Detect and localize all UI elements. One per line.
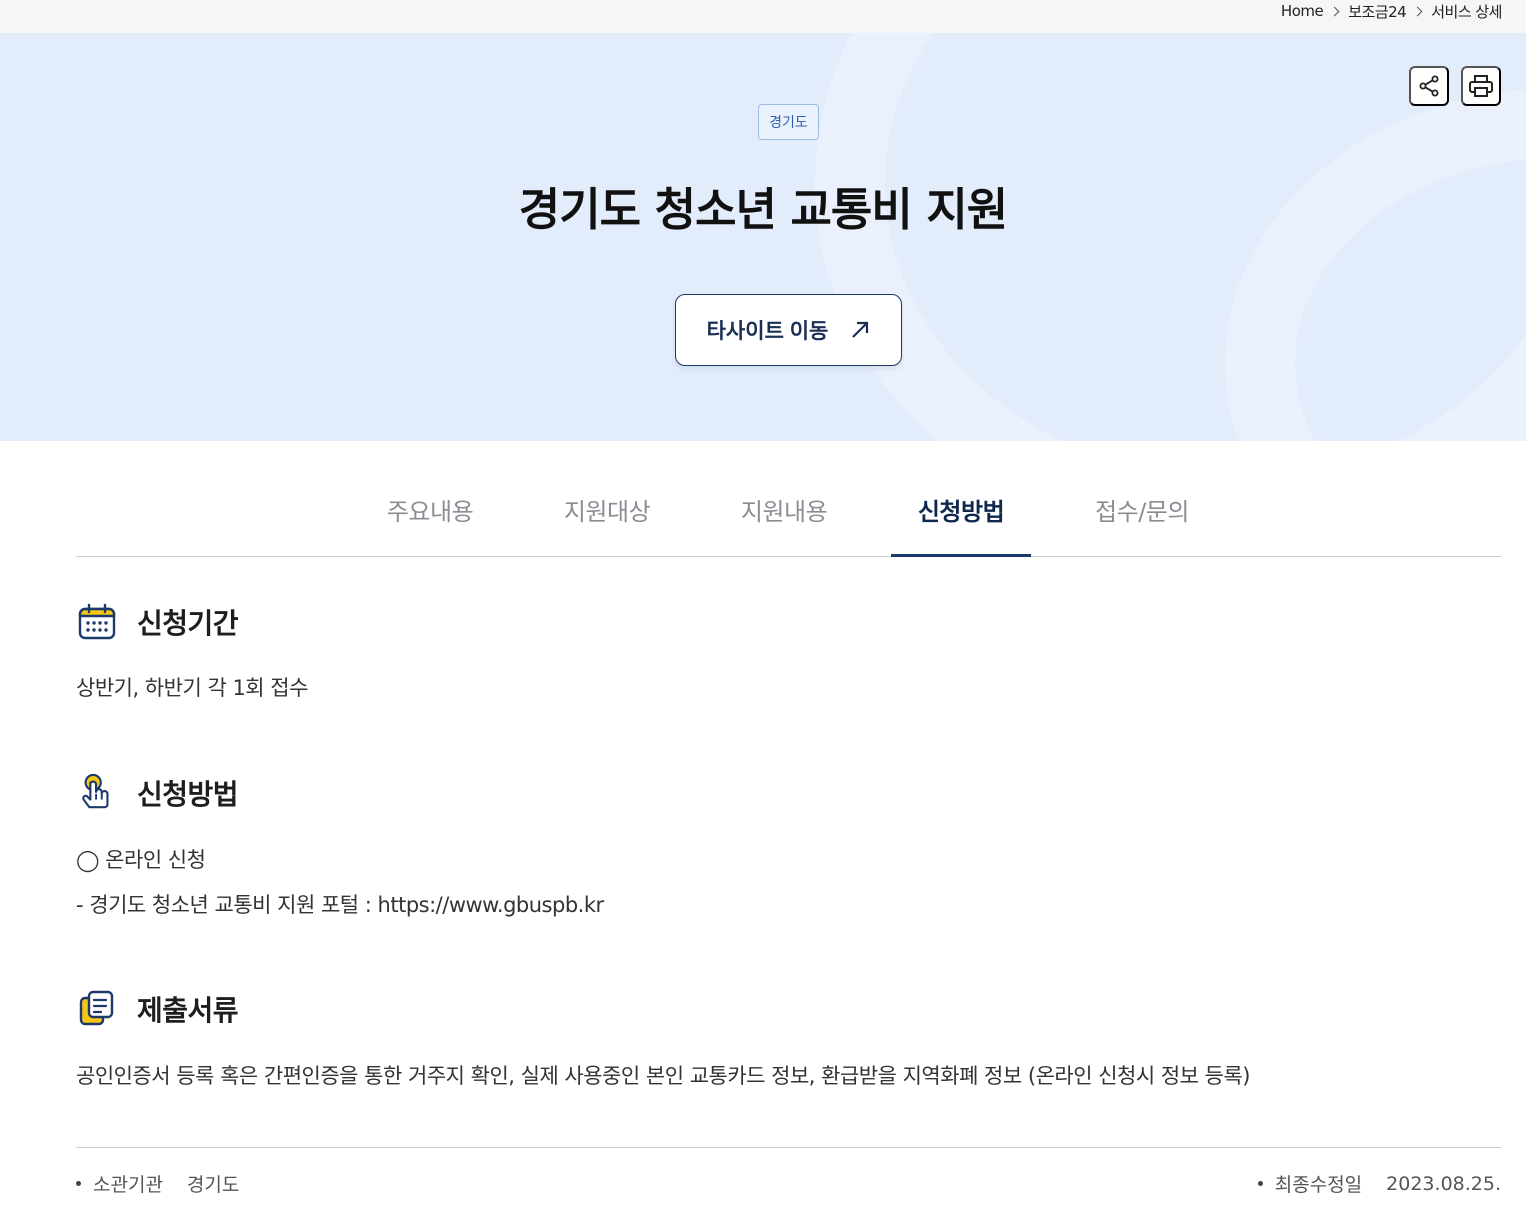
- calendar-icon: [78, 603, 116, 640]
- tab-contact[interactable]: 접수/문의: [1075, 476, 1209, 556]
- bullet-icon: [76, 1181, 81, 1186]
- method-line-portal: - 경기도 청소년 교통비 지원 포털 : https://www.gbuspb…: [76, 893, 604, 917]
- method-line-online: ◯ 온라인 신청: [76, 848, 206, 872]
- arrow-up-right-icon: [850, 320, 870, 340]
- breadcrumb-current: 서비스 상세: [1431, 2, 1502, 21]
- external-site-label: 타사이트 이동: [706, 320, 829, 343]
- print-icon: [1469, 75, 1493, 97]
- share-icon: [1419, 75, 1439, 97]
- bullet-icon: [1257, 1181, 1263, 1186]
- tab-support-details[interactable]: 지원내용: [717, 476, 851, 556]
- tab-bar: 주요내용 지원대상 지원내용 신청방법 접수/문의: [76, 476, 1501, 557]
- region-badge: 경기도: [758, 104, 819, 140]
- period-text: 상반기, 하반기 각 1회 접수: [76, 676, 308, 700]
- section-title-documents: 제출서류: [137, 994, 239, 1027]
- hero-banner: 경기도 경기도 청소년 교통비 지원 타사이트 이동: [0, 33, 1526, 441]
- document-icon: [79, 990, 114, 1026]
- breadcrumb-home[interactable]: Home: [1281, 2, 1324, 20]
- section-title-method: 신청방법: [137, 778, 239, 811]
- tab-eligibility[interactable]: 지원대상: [540, 476, 674, 556]
- hand-pointer-icon: [82, 773, 109, 809]
- external-site-button[interactable]: 타사이트 이동: [675, 294, 902, 366]
- breadcrumb-bar: Home 보조금24 서비스 상세: [0, 0, 1526, 33]
- breadcrumb-level1[interactable]: 보조금24: [1348, 1, 1407, 22]
- documents-text: 공인인증서 등록 혹은 간편인증을 통한 거주지 확인, 실제 사용중인 본인 …: [76, 1064, 1251, 1088]
- tab-main-content[interactable]: 주요내용: [363, 476, 497, 556]
- breadcrumb: Home 보조금24 서비스 상세: [1281, 0, 1503, 22]
- share-button[interactable]: [1409, 66, 1449, 106]
- tab-application-method[interactable]: 신청방법: [891, 476, 1031, 557]
- footer-agency: 소관기관 경기도: [76, 1170, 239, 1197]
- section-title-period: 신청기간: [137, 607, 239, 640]
- updated-value: 2023.08.25.: [1386, 1172, 1501, 1195]
- updated-label: 최종수정일: [1274, 1174, 1363, 1196]
- footer-updated: 최종수정일 2023.08.25.: [1257, 1170, 1501, 1197]
- agency-value: 경기도: [186, 1174, 240, 1196]
- chevron-right-icon: [1412, 6, 1423, 16]
- page-title: 경기도 청소년 교통비 지원: [518, 183, 1008, 236]
- agency-label: 소관기관: [93, 1174, 163, 1196]
- footer-divider: [76, 1147, 1501, 1148]
- chevron-right-icon: [1329, 6, 1340, 16]
- print-button[interactable]: [1461, 66, 1501, 106]
